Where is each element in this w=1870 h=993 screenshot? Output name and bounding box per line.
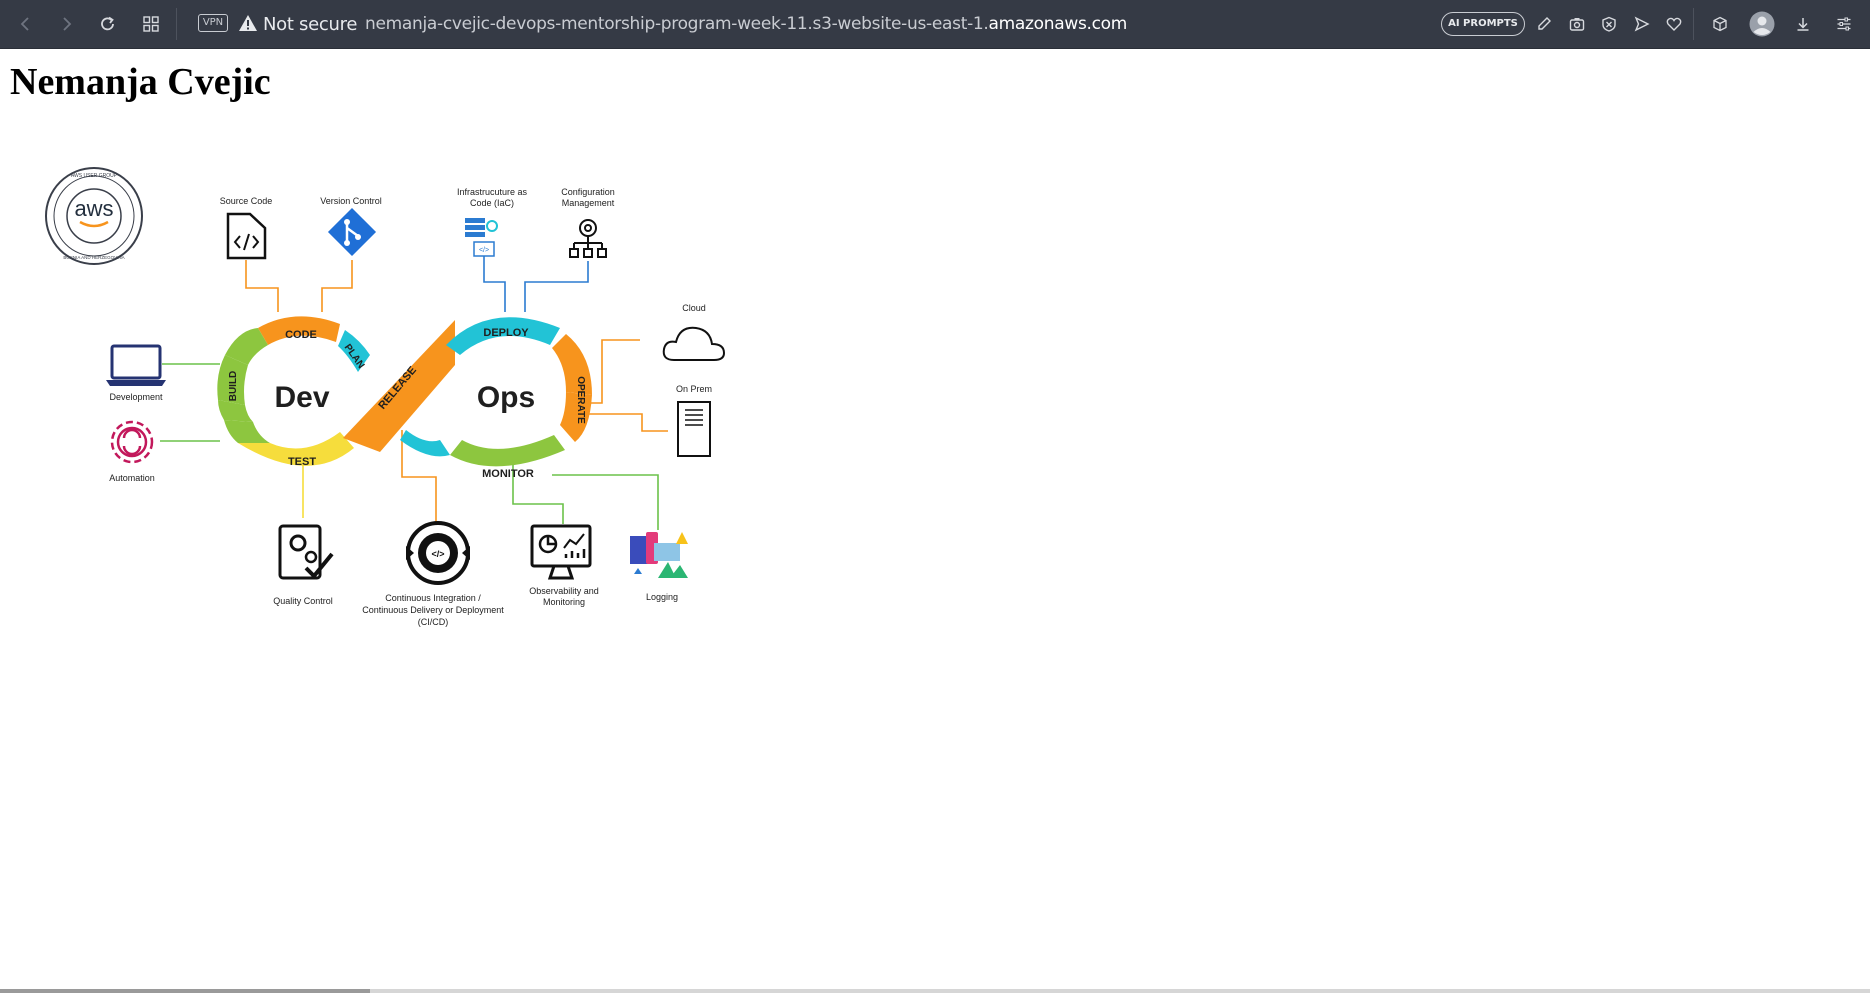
monitor-dashboard-icon <box>530 524 592 580</box>
cicd-gear-icon: </> <box>406 521 470 585</box>
laptop-icon <box>106 344 166 386</box>
version-control-node: Version Control <box>320 196 382 257</box>
automation-label: Automation <box>109 473 155 483</box>
security-status[interactable]: Not secure <box>263 14 357 35</box>
screenshot-button[interactable] <box>1564 11 1590 37</box>
on-prem-node: On Prem <box>676 384 712 457</box>
quality-control-label: Quality Control <box>273 596 333 606</box>
quality-checklist-icon <box>278 524 334 580</box>
source-code-label: Source Code <box>220 196 273 206</box>
automation-node: Automation <box>109 420 155 483</box>
observability-label-2: Monitoring <box>543 597 585 607</box>
toolbar-separator <box>1693 8 1694 40</box>
release-band: RELEASE <box>343 320 455 452</box>
git-icon <box>327 207 377 257</box>
source-code-node: Source Code <box>220 196 273 260</box>
toolbar-separator <box>176 8 177 40</box>
observability-label-1: Observability and <box>529 586 599 596</box>
aws-logo-text: aws <box>74 196 113 221</box>
dev-label: Dev <box>274 381 329 414</box>
cloud-icon <box>662 326 726 361</box>
badge-ring-bottom: BOSNIA AND HERZEGOVINA <box>63 255 124 260</box>
version-control-label: Version Control <box>320 196 382 206</box>
arrow-left-icon <box>20 17 29 31</box>
ops-label: Ops <box>477 381 535 414</box>
cloud-node: Cloud <box>662 303 726 361</box>
downloads-button[interactable] <box>1790 11 1816 37</box>
server-code-icon: </> <box>465 218 498 257</box>
user-avatar-icon <box>1749 11 1775 37</box>
svg-text:</>: </> <box>479 247 489 254</box>
code-file-icon <box>226 212 267 260</box>
profile-avatar[interactable] <box>1748 10 1776 38</box>
development-node: Development <box>106 344 166 402</box>
devops-infinity-diagram: aws AWS USER GROUP BOSNIA AND HERZEGOVIN… <box>45 167 726 627</box>
grid-icon <box>143 16 159 32</box>
back-button[interactable] <box>13 11 39 37</box>
edit-button[interactable] <box>1531 11 1557 37</box>
server-icon <box>677 401 711 457</box>
vpn-badge[interactable]: VPN <box>198 14 228 32</box>
easy-setup-button[interactable] <box>1831 11 1857 37</box>
quality-control-node: Quality Control <box>273 524 334 606</box>
phase-code: CODE <box>285 329 317 341</box>
cicd-label-2: Continuous Delivery or Deployment <box>362 605 504 615</box>
ad-block-button[interactable] <box>1596 11 1622 37</box>
configuration-management-node: Configuration Management <box>561 187 615 258</box>
download-icon <box>1797 18 1809 31</box>
warning-icon <box>239 15 257 31</box>
svg-text:</>: </> <box>431 549 444 559</box>
logging-node: Logging <box>630 532 688 602</box>
ops-loop: Ops DEPLOY OPERATE MONITOR <box>400 317 592 480</box>
reload-button[interactable] <box>95 11 121 37</box>
heart-icon <box>1666 17 1682 31</box>
page-title: Nemanja Cvejic <box>10 61 271 103</box>
config-label-2: Management <box>562 198 615 208</box>
phase-build: BUILD <box>228 371 239 402</box>
pencil-icon <box>1538 17 1551 30</box>
camera-icon <box>1569 18 1585 31</box>
scrollbar-thumb[interactable] <box>0 989 370 993</box>
cicd-label-1: Continuous Integration / <box>385 593 481 603</box>
address-bar[interactable]: nemanja-cvejic-devops-mentorship-program… <box>365 14 1127 34</box>
reload-icon <box>101 16 114 31</box>
tabs-grid-button[interactable] <box>138 11 164 37</box>
development-label: Development <box>109 392 163 402</box>
sliders-icon <box>1837 17 1851 31</box>
phase-deploy: DEPLOY <box>483 327 529 339</box>
shield-x-icon <box>1602 16 1616 32</box>
arrow-right-icon <box>63 17 72 31</box>
horizontal-scrollbar[interactable] <box>0 989 1870 993</box>
on-prem-label: On Prem <box>676 384 712 394</box>
iac-label-1: Infrastrucuture as <box>457 187 528 197</box>
observability-node: Observability and Monitoring <box>529 524 599 607</box>
iac-node: Infrastrucuture as Code (IaC) </> <box>457 187 528 257</box>
badge-ring-top: AWS USER GROUP <box>71 173 118 179</box>
phase-monitor: MONITOR <box>482 468 534 480</box>
forward-button[interactable] <box>53 11 79 37</box>
favorites-button[interactable] <box>1661 11 1687 37</box>
dev-loop: Dev CODE PLAN BUILD TEST <box>217 316 370 468</box>
aws-user-group-badge: aws AWS USER GROUP BOSNIA AND HERZEGOVIN… <box>45 167 143 265</box>
send-icon <box>1634 16 1650 32</box>
gear-network-icon <box>569 219 607 258</box>
automation-gear-icon <box>110 420 154 464</box>
iac-label-2: Code (IaC) <box>470 198 514 208</box>
cicd-label-3: (CI/CD) <box>418 617 449 627</box>
config-label-1: Configuration <box>561 187 615 197</box>
cicd-node: </> Continuous Integration / Continuous … <box>362 521 504 627</box>
url-domain: amazonaws.com <box>988 14 1128 34</box>
phase-operate: OPERATE <box>575 376 586 424</box>
send-button[interactable] <box>1629 11 1655 37</box>
logging-label: Logging <box>646 592 678 602</box>
ai-prompts-button[interactable]: AI PROMPTS <box>1441 12 1525 36</box>
phase-test: TEST <box>288 456 316 468</box>
extensions-button[interactable] <box>1707 11 1733 37</box>
cloud-label: Cloud <box>682 303 706 313</box>
logging-icon <box>630 532 688 578</box>
url-subdomain: nemanja-cvejic-devops-mentorship-program… <box>365 14 989 34</box>
cube-icon <box>1713 16 1727 32</box>
browser-toolbar: VPN Not secure nemanja-cvejic-devops-men… <box>0 0 1870 49</box>
